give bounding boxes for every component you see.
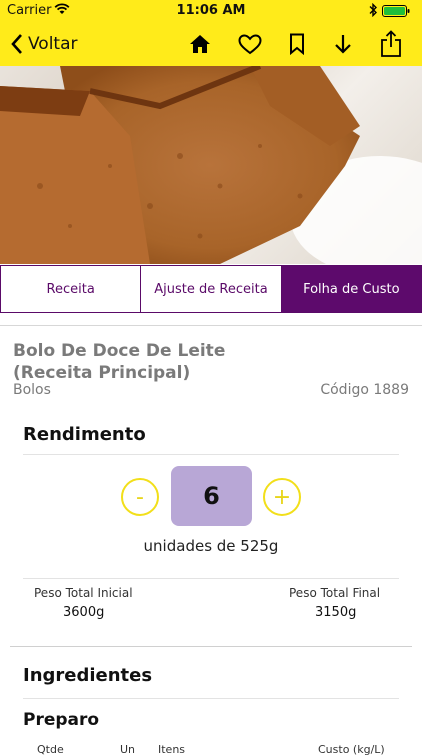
weight-initial-label: Peso Total Inicial (34, 586, 133, 600)
recipe-category: Bolos (13, 382, 51, 398)
recipe-tabs: Receita Ajuste de Receita Folha de Custo (0, 265, 422, 313)
recipe-title: Bolo De Doce De Leite (Receita Principal… (13, 340, 413, 384)
increase-quantity-button[interactable]: + (263, 478, 301, 516)
back-label: Voltar (28, 34, 78, 54)
home-icon[interactable] (186, 30, 214, 58)
weight-final-value: 3150g (315, 605, 357, 620)
tab-receita[interactable]: Receita (0, 265, 142, 313)
chevron-left-icon (11, 34, 22, 54)
recipe-code: Código 1889 (320, 382, 409, 398)
divider (0, 325, 422, 326)
top-bar: Carrier 11:06 AM Voltar (0, 0, 422, 66)
tab-folha-de-custo[interactable]: Folha de Custo (281, 265, 422, 313)
bluetooth-icon (368, 2, 378, 21)
preparation-heading: Preparo (23, 710, 100, 730)
bookmark-icon[interactable] (283, 30, 311, 58)
heart-icon[interactable] (236, 30, 264, 58)
status-time: 11:06 AM (176, 3, 246, 18)
ingredients-heading: Ingredientes (23, 665, 153, 686)
weight-initial-value: 3600g (63, 605, 105, 620)
yield-units-text: unidades de 525g (143, 537, 279, 555)
decrease-quantity-button[interactable]: - (121, 478, 159, 516)
divider (23, 698, 399, 699)
weight-final-label: Peso Total Final (289, 586, 381, 600)
divider (23, 454, 399, 455)
share-icon[interactable] (377, 30, 405, 58)
back-button[interactable]: Voltar (10, 30, 78, 58)
divider (10, 646, 412, 647)
recipe-title-line1: Bolo De Doce De Leite (13, 341, 226, 361)
tab-ajuste-de-receita[interactable]: Ajuste de Receita (141, 265, 282, 313)
divider (23, 578, 399, 579)
battery-icon (382, 5, 410, 17)
download-arrow-icon[interactable] (329, 30, 357, 58)
quantity-display: 6 (171, 466, 252, 526)
nav-bar: Voltar (0, 22, 422, 66)
recipe-title-line2: (Receita Principal) (13, 363, 191, 383)
yield-heading: Rendimento (23, 424, 146, 445)
recipe-photo (0, 66, 422, 264)
status-bar: Carrier 11:06 AM (0, 0, 422, 22)
